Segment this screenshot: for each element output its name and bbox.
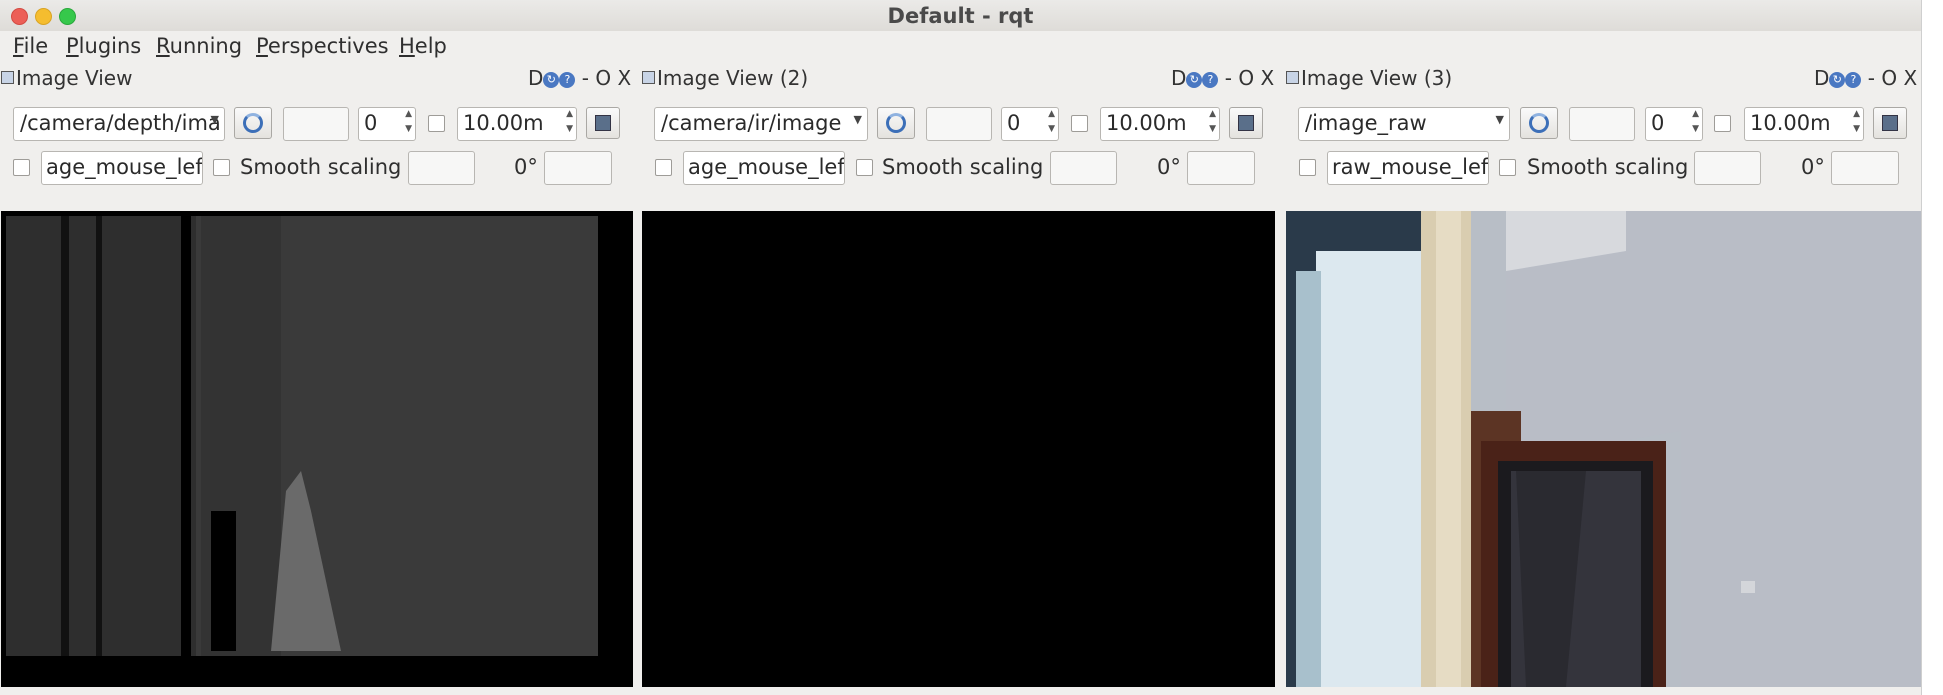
save-icon [1882,115,1898,131]
rqt-window: Default - rqt File Plugins Running Persp… [0,0,1921,695]
raw-camera-image [1286,211,1921,687]
smooth-scaling-label: Smooth scaling [1527,155,1689,179]
save-icon [1238,115,1254,131]
refresh-icon [1529,113,1549,133]
panel-title: Image View [1,66,132,90]
panel-controls[interactable]: D ↻? - O X [528,66,631,90]
ir-image-view[interactable] [642,211,1275,687]
menu-perspectives[interactable]: Perspectives [256,34,389,58]
dynamic-range-checkbox[interactable] [1714,115,1731,132]
rotation-field[interactable] [1187,151,1255,185]
raw-image-view[interactable] [1286,211,1921,687]
save-image-button[interactable] [1229,107,1263,139]
depth-image-view[interactable] [1,211,633,687]
save-image-button[interactable] [586,107,620,139]
mouse-topic-field[interactable]: raw_mouse_left [1327,151,1489,185]
panel-controls[interactable]: D ↻? - O X [1814,66,1917,90]
mouse-topic-field[interactable]: age_mouse_left [683,151,845,185]
min-depth-field[interactable] [1569,107,1635,141]
max-range-field[interactable]: 10.00m ▲ ▼ [457,107,577,141]
help-icon[interactable]: ? [559,72,576,88]
rotation-field[interactable] [544,151,612,185]
menu-help[interactable]: Help [399,34,447,58]
refresh-topics-button[interactable] [1520,107,1558,139]
min-depth-field[interactable] [283,107,349,141]
smooth-scaling-checkbox[interactable] [1499,159,1516,176]
mouse-publish-checkbox[interactable] [1299,159,1316,176]
spin-value[interactable]: 0 ▲ ▼ [358,107,416,141]
save-icon [595,115,611,131]
max-range-field[interactable]: 10.00m ▲ ▼ [1744,107,1864,141]
panel-title: Image View (3) [1286,66,1452,90]
refresh-topics-button[interactable] [877,107,915,139]
smooth-scaling-label: Smooth scaling [882,155,1044,179]
topic-combo[interactable]: /camera/depth/ima ▼ [13,107,225,141]
ir-image [642,211,1275,687]
dynamic-range-checkbox[interactable] [1071,115,1088,132]
min-depth-field[interactable] [926,107,992,141]
mouse-publish-checkbox[interactable] [655,159,672,176]
help-icon[interactable]: ? [1202,72,1219,88]
rotation-field[interactable] [1831,151,1899,185]
mouse-topic-field[interactable]: age_mouse_left [41,151,203,185]
refresh-topics-button[interactable] [234,107,272,139]
dock-icon[interactable] [1286,71,1299,84]
smooth-scaling-label: Smooth scaling [240,155,402,179]
topic-combo[interactable]: /image_raw ▼ [1298,107,1510,141]
panel-controls[interactable]: D ↻? - O X [1171,66,1274,90]
window-title: Default - rqt [887,4,1034,28]
extra-field[interactable] [1050,151,1117,185]
smooth-scaling-checkbox[interactable] [856,159,873,176]
refresh-icon [243,113,263,133]
rotation-label: 0° [1801,155,1825,179]
menu-plugins[interactable]: Plugins [66,34,141,58]
reload-icon[interactable]: ↻ [1829,72,1846,88]
rotation-label: 0° [1157,155,1181,179]
dock-icon[interactable] [1,71,14,84]
help-icon[interactable]: ? [1845,72,1862,88]
smooth-scaling-checkbox[interactable] [213,159,230,176]
depth-image [1,211,633,687]
menu-running[interactable]: Running [156,34,242,58]
desktop-edge [1921,0,1943,695]
topic-combo[interactable]: /camera/ir/image ▼ [654,107,868,141]
save-image-button[interactable] [1873,107,1907,139]
title-bar: Default - rqt [0,0,1921,32]
spin-value[interactable]: 0 ▲ ▼ [1001,107,1059,141]
dynamic-range-checkbox[interactable] [428,115,445,132]
mouse-publish-checkbox[interactable] [13,159,30,176]
reload-icon[interactable]: ↻ [1186,72,1203,88]
reload-icon[interactable]: ↻ [543,72,560,88]
menu-bar: File Plugins Running Perspectives Help [0,31,1921,63]
refresh-icon [886,113,906,133]
spin-value[interactable]: 0 ▲ ▼ [1645,107,1703,141]
extra-field[interactable] [1694,151,1761,185]
panel-title: Image View (2) [642,66,808,90]
extra-field[interactable] [408,151,475,185]
rotation-label: 0° [514,155,538,179]
max-range-field[interactable]: 10.00m ▲ ▼ [1100,107,1220,141]
dock-icon[interactable] [642,71,655,84]
menu-file[interactable]: File [13,34,48,58]
